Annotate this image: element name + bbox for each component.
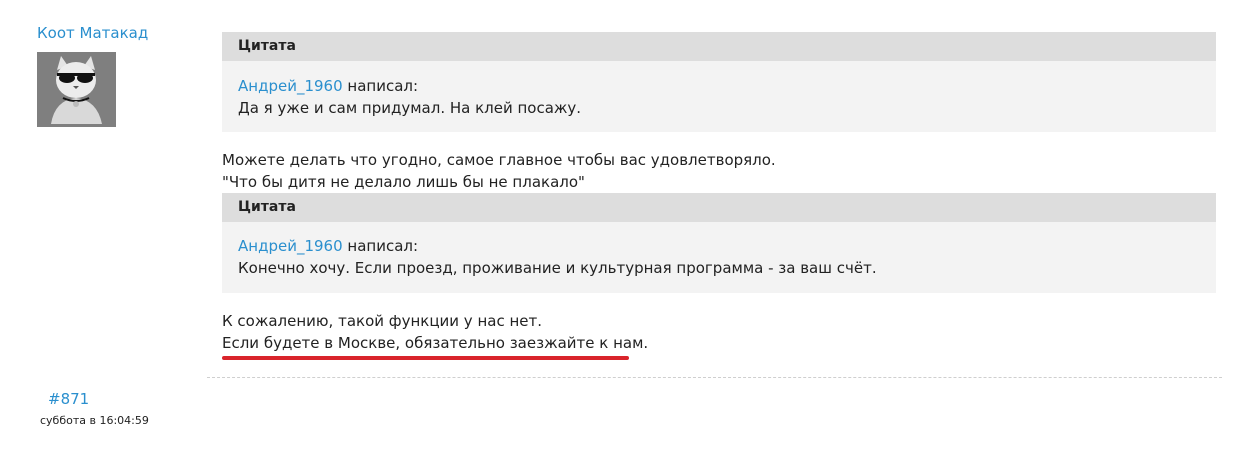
quote-wrote-label: написал: (342, 237, 419, 255)
reply-text-1: Можете делать что угодно, самое главное … (222, 149, 776, 193)
reply-line: Можете делать что угодно, самое главное … (222, 151, 776, 169)
author-avatar[interactable] (37, 52, 116, 127)
post-divider (207, 377, 1222, 378)
post-timestamp: суббота в 16:04:59 (40, 414, 149, 427)
quote-block-2: Цитата Андрей_1960 написал: Конечно хочу… (222, 193, 1216, 293)
quote-text: Да я уже и сам придумал. На клей посажу. (238, 99, 582, 117)
quote-body: Андрей_1960 написал: Конечно хочу. Если … (222, 222, 1216, 279)
quote-author-link[interactable]: Андрей_1960 (238, 77, 343, 95)
quote-author-link[interactable]: Андрей_1960 (238, 237, 343, 255)
post-number-link[interactable]: #871 (48, 390, 89, 408)
quote-attribution: Андрей_1960 написал: (238, 75, 1216, 97)
red-highlight-underline (222, 356, 629, 360)
quote-block-1: Цитата Андрей_1960 написал: Да я уже и с… (222, 32, 1216, 132)
reply-line: "Что бы дитя не делало лишь бы не плакал… (222, 173, 585, 191)
quote-wrote-label: написал: (342, 77, 419, 95)
quote-body: Андрей_1960 написал: Да я уже и сам прид… (222, 61, 1216, 119)
reply-line: К сожалению, такой функции у нас нет. (222, 312, 543, 330)
quote-header: Цитата (222, 32, 1216, 61)
quote-header: Цитата (222, 193, 1216, 222)
quote-text: Конечно хочу. Если проезд, проживание и … (238, 259, 877, 277)
reply-line: Если будете в Москве, обязательно заезжа… (222, 334, 649, 352)
cat-avatar-icon (37, 52, 116, 127)
author-name-link[interactable]: Коот Матакад (37, 24, 148, 42)
reply-text-2: К сожалению, такой функции у нас нет. Ес… (222, 310, 648, 354)
quote-attribution: Андрей_1960 написал: (238, 235, 1216, 257)
